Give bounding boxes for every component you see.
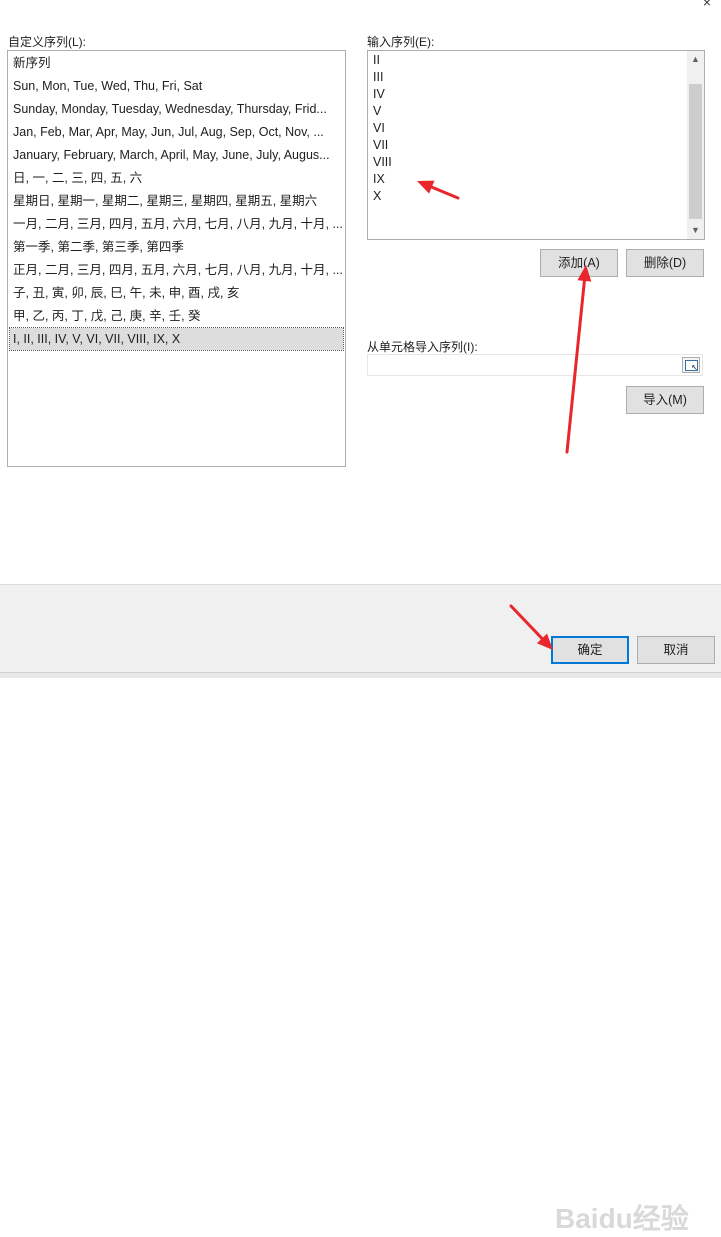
scroll-thumb[interactable] bbox=[689, 84, 702, 219]
custom-list-item[interactable]: January, February, March, April, May, Ju… bbox=[10, 144, 343, 166]
custom-list-item[interactable]: Sunday, Monday, Tuesday, Wednesday, Thur… bbox=[10, 98, 343, 120]
list-entry-line: VI bbox=[373, 121, 385, 135]
custom-list-item[interactable]: Sun, Mon, Tue, Wed, Thu, Fri, Sat bbox=[10, 75, 343, 97]
scroll-up-icon[interactable]: ▲ bbox=[687, 51, 704, 68]
custom-list-item[interactable]: 第一季, 第二季, 第三季, 第四季 bbox=[10, 236, 343, 258]
delete-button[interactable]: 删除(D) bbox=[626, 249, 704, 277]
custom-list-item[interactable]: Jan, Feb, Mar, Apr, May, Jun, Jul, Aug, … bbox=[10, 121, 343, 143]
list-entry-line: VIII bbox=[373, 155, 392, 169]
status-strip bbox=[0, 672, 721, 678]
custom-list-item[interactable]: 子, 丑, 寅, 卯, 辰, 巳, 午, 未, 申, 酉, 戌, 亥 bbox=[10, 282, 343, 304]
custom-list-item[interactable]: 日, 一, 二, 三, 四, 五, 六 bbox=[10, 167, 343, 189]
custom-list-item[interactable]: 星期日, 星期一, 星期二, 星期三, 星期四, 星期五, 星期六 bbox=[10, 190, 343, 212]
cancel-button[interactable]: 取消 bbox=[637, 636, 715, 664]
ok-button[interactable]: 确定 bbox=[551, 636, 629, 664]
custom-list-item[interactable]: I, II, III, IV, V, VI, VII, VIII, IX, X bbox=[9, 327, 344, 351]
custom-list-item[interactable]: 新序列 bbox=[10, 52, 343, 74]
list-entry-line: X bbox=[373, 189, 382, 203]
range-picker-icon[interactable]: ↖ bbox=[682, 357, 700, 373]
list-entries-label: 输入序列(E): bbox=[367, 35, 435, 49]
list-entry-line: III bbox=[373, 70, 384, 84]
list-entry-line: IV bbox=[373, 87, 385, 101]
list-entry-line: II bbox=[373, 53, 380, 67]
import-range-input[interactable]: ↖ bbox=[367, 354, 703, 376]
custom-list-item[interactable]: 一月, 二月, 三月, 四月, 五月, 六月, 七月, 八月, 九月, 十月, … bbox=[10, 213, 343, 235]
close-icon[interactable]: × bbox=[699, 0, 715, 10]
import-button[interactable]: 导入(M) bbox=[626, 386, 704, 414]
list-entries-scrollbar[interactable]: ▲ ▼ bbox=[687, 51, 704, 239]
list-entry-line: VII bbox=[373, 138, 389, 152]
custom-lists-dialog: × 自定义序列(L): 新序列 Sun, Mon, Tue, Wed, Thu, … bbox=[0, 0, 721, 584]
list-entries-textarea[interactable]: II III IV V VI VII VIII IX X ▲ ▼ bbox=[367, 50, 705, 240]
import-label: 从单元格导入序列(I): bbox=[367, 340, 478, 354]
add-button[interactable]: 添加(A) bbox=[540, 249, 618, 277]
list-entry-line: IX bbox=[373, 172, 385, 186]
scroll-down-icon[interactable]: ▼ bbox=[687, 222, 704, 239]
list-entry-line: V bbox=[373, 104, 382, 118]
custom-lists-listbox[interactable]: 新序列 Sun, Mon, Tue, Wed, Thu, Fri, Sat Sund… bbox=[7, 50, 346, 467]
custom-lists-label: 自定义序列(L): bbox=[8, 35, 87, 49]
baidu-watermark: Baidu经验 bbox=[555, 1203, 689, 1234]
custom-list-item[interactable]: 正月, 二月, 三月, 四月, 五月, 六月, 七月, 八月, 九月, 十月, … bbox=[10, 259, 343, 281]
custom-list-item[interactable]: 甲, 乙, 丙, 丁, 戊, 己, 庚, 辛, 壬, 癸 bbox=[10, 305, 343, 327]
